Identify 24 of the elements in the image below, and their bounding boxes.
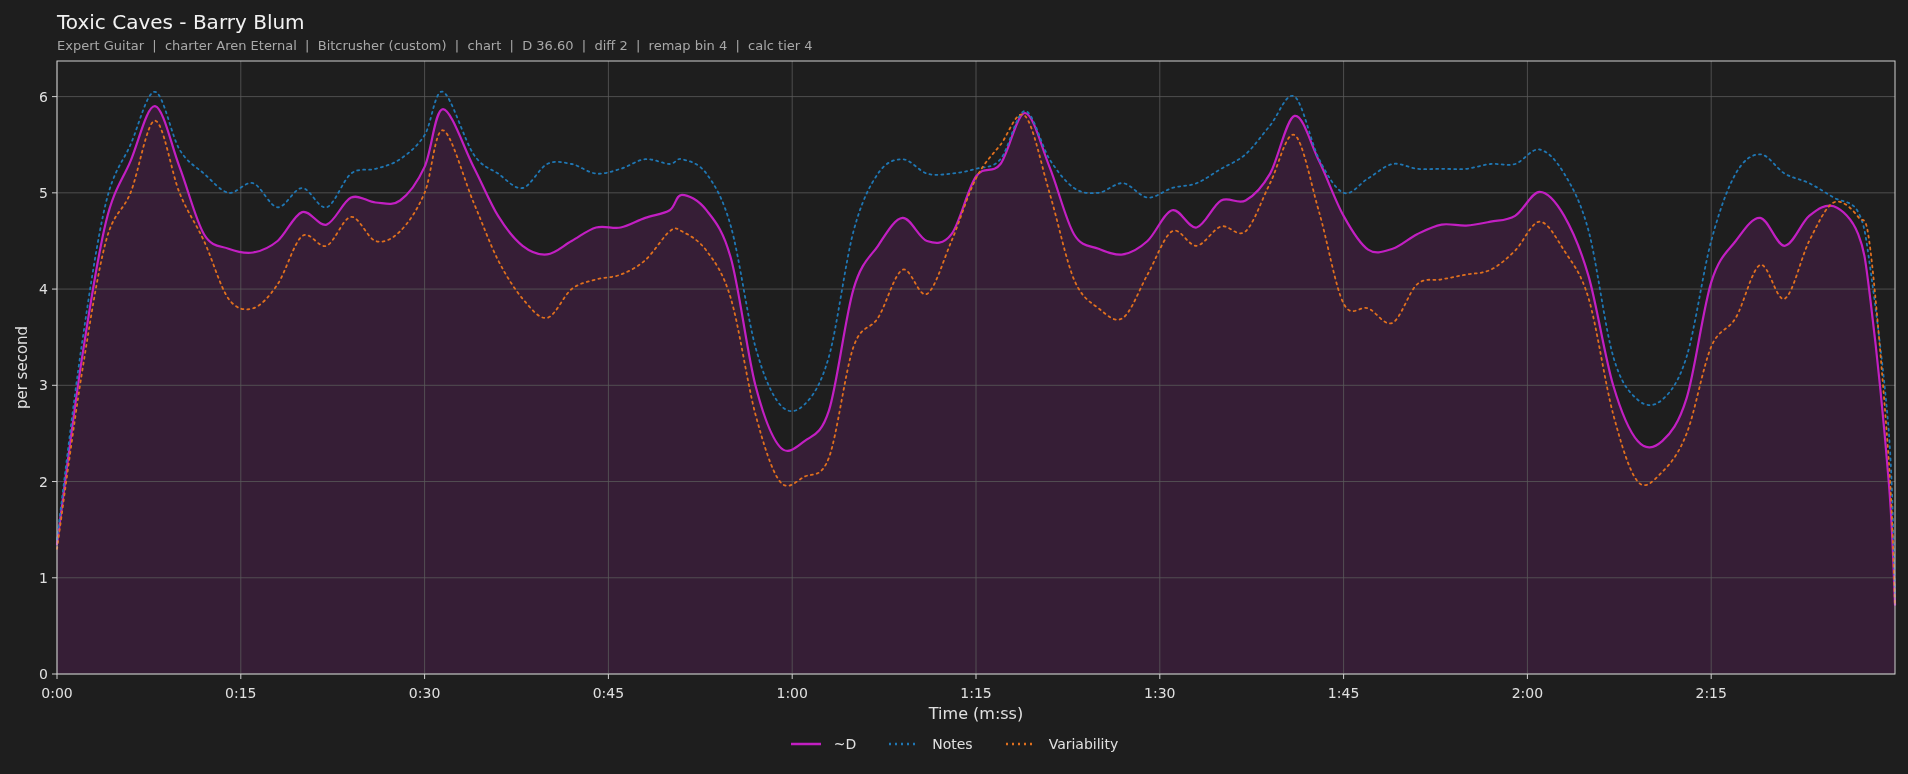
legend-label: ~D xyxy=(833,734,857,754)
x-tick-label: 1:30 xyxy=(1144,685,1176,701)
x-tick-label: 1:45 xyxy=(1327,685,1360,701)
x-axis-label: Time (m:ss) xyxy=(928,704,1024,723)
y-tick-label: 5 xyxy=(39,184,48,201)
y-tick-label: 2 xyxy=(39,473,48,490)
y-tick-label: 4 xyxy=(39,281,48,298)
chart-subtitle: Expert Guitar | charter Aren Eternal | Bitcrusher (custom) | chart | D 36.60 | diff 2 | remap bin 4 | calc tier 4 xyxy=(57,37,813,55)
x-tick-label: 0:15 xyxy=(225,685,257,701)
x-tick-label: 0:00 xyxy=(41,685,73,701)
x-tick-label: 2:00 xyxy=(1511,685,1544,701)
y-tick-label: 6 xyxy=(39,88,48,105)
y-tick-label: 3 xyxy=(39,377,48,394)
legend-label: Variability xyxy=(1048,734,1119,754)
x-tick-label: 1:15 xyxy=(960,685,992,701)
y-tick-label: 1 xyxy=(39,569,48,586)
legend-label: Notes xyxy=(932,734,973,754)
x-tick-label: 0:30 xyxy=(408,685,441,701)
y-axis-label: per second xyxy=(13,325,31,410)
y-tick-label: 0 xyxy=(39,666,48,682)
chart-title: Toxic Caves - Barry Blum xyxy=(57,9,305,36)
x-tick-label: 2:15 xyxy=(1695,685,1727,701)
x-tick-label: 0:45 xyxy=(592,685,625,701)
x-tick-label: 1:00 xyxy=(776,685,808,701)
